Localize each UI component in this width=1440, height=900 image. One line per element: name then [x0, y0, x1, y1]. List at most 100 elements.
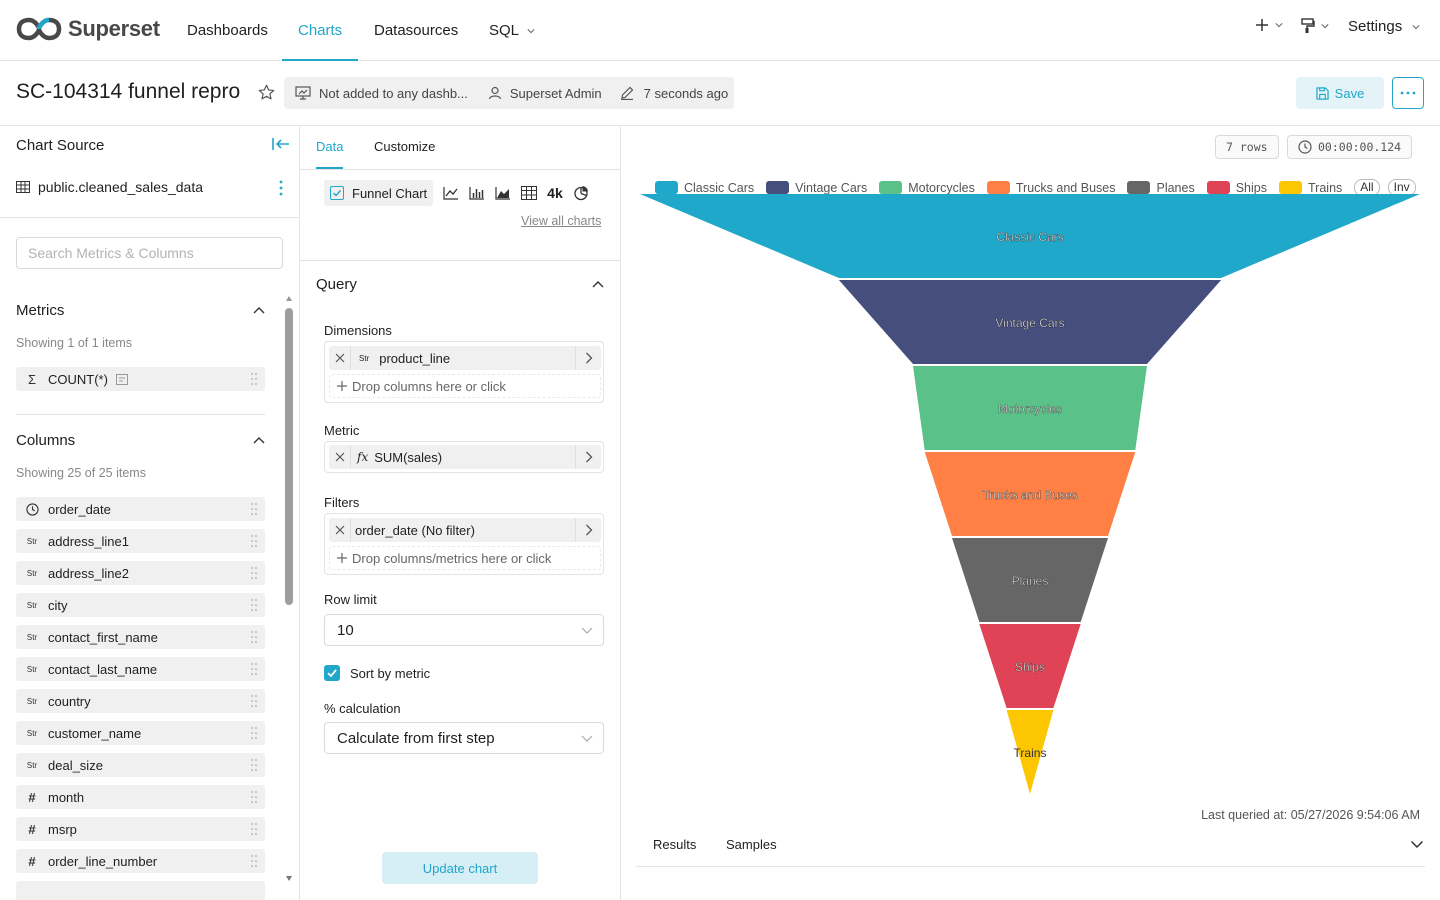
metric-edit-button[interactable] — [575, 445, 601, 469]
drag-handle-icon[interactable] — [251, 759, 257, 771]
drag-handle-icon[interactable] — [251, 855, 257, 867]
settings-menu[interactable]: Settings — [1348, 18, 1420, 35]
drag-handle-icon[interactable] — [251, 823, 257, 835]
drag-handle-icon[interactable] — [251, 631, 257, 643]
drag-handle-icon[interactable] — [251, 567, 257, 579]
nav-charts[interactable]: Charts — [282, 0, 359, 61]
column-item[interactable]: # order_line_number — [16, 849, 265, 873]
column-item[interactable]: # month — [16, 785, 265, 809]
metrics-heading[interactable]: Metrics — [16, 302, 64, 319]
remove-filter-button[interactable] — [329, 518, 351, 542]
column-item[interactable]: Str customer_name — [16, 721, 265, 745]
modified-time[interactable]: 7 seconds ago — [644, 86, 729, 101]
drag-handle-icon[interactable] — [251, 727, 257, 739]
column-item[interactable]: Str address_line1 — [16, 529, 265, 553]
big-number-icon[interactable]: 4k — [547, 185, 563, 201]
view-all-charts-link[interactable]: View all charts — [521, 214, 601, 228]
filters-drop-zone[interactable]: Drop columns/metrics here or click — [329, 546, 601, 570]
superset-logo-icon — [16, 17, 62, 41]
chevron-down-icon[interactable] — [1410, 837, 1424, 851]
clock-icon — [16, 502, 48, 516]
query-section-heading[interactable]: Query — [316, 276, 357, 293]
drag-handle-icon[interactable] — [251, 791, 257, 803]
string-type-icon: Str — [26, 632, 38, 642]
clock-icon — [1298, 140, 1312, 154]
search-metrics-input[interactable]: Search Metrics & Columns — [16, 237, 283, 269]
drag-handle-icon[interactable] — [251, 535, 257, 547]
remove-metric-button[interactable] — [329, 445, 351, 469]
metric-chip[interactable]: fx SUM(sales) — [329, 445, 601, 469]
close-icon — [335, 525, 344, 535]
column-item[interactable]: Str contact_last_name — [16, 657, 265, 681]
column-item[interactable]: Str deal_size — [16, 753, 265, 777]
column-name: order_line_number — [48, 853, 158, 869]
percent-calc-select[interactable]: Calculate from first step — [324, 722, 604, 754]
chart-title[interactable]: SC-104314 funnel repro — [16, 80, 240, 104]
theme-menu[interactable] — [1301, 18, 1329, 34]
bar-chart-icon[interactable] — [469, 186, 485, 200]
tab-results[interactable]: Results — [653, 837, 696, 852]
chevron-up-icon[interactable] — [252, 303, 266, 317]
owner-name[interactable]: Superset Admin — [510, 86, 602, 101]
metric-item[interactable]: Σ COUNT(*) — [16, 367, 265, 391]
drag-handle-icon[interactable] — [251, 503, 257, 515]
query-timer-text: 00:00:00.124 — [1318, 140, 1402, 154]
more-options-button[interactable] — [1392, 77, 1424, 109]
row-limit-select[interactable]: 10 — [324, 614, 604, 646]
save-button[interactable]: Save — [1296, 77, 1384, 109]
superset-logo[interactable]: Superset — [16, 16, 160, 42]
column-item[interactable]: order_date — [16, 497, 265, 521]
nav-datasources[interactable]: Datasources — [374, 0, 458, 61]
filter-chip[interactable]: order_date (No filter) — [329, 518, 601, 542]
drag-handle-icon[interactable] — [251, 373, 257, 385]
edit-icon — [620, 86, 634, 100]
drag-handle-icon[interactable] — [251, 695, 257, 707]
dimension-chip[interactable]: Str product_line — [329, 346, 601, 370]
column-name: address_line1 — [48, 533, 129, 549]
column-item[interactable]: Str address_line2 — [16, 561, 265, 585]
column-item[interactable] — [16, 881, 265, 900]
column-item[interactable]: Str country — [16, 689, 265, 713]
dimensions-drop-zone[interactable]: Drop columns here or click — [329, 374, 601, 398]
column-name: contact_first_name — [48, 629, 158, 645]
percent-calc-label: % calculation — [324, 701, 401, 716]
divider — [300, 169, 620, 170]
funnel-segment-label: Vintage Cars — [995, 316, 1064, 330]
column-item[interactable]: # msrp — [16, 817, 265, 841]
tab-samples[interactable]: Samples — [726, 837, 777, 852]
remove-dimension-button[interactable] — [329, 346, 351, 370]
filter-edit-button[interactable] — [575, 518, 601, 542]
tab-data[interactable]: Data — [316, 126, 344, 169]
dimension-edit-button[interactable] — [575, 346, 601, 370]
drag-handle-icon[interactable] — [251, 663, 257, 675]
left-panel-scrollbar[interactable] — [285, 296, 293, 896]
update-chart-button[interactable]: Update chart — [382, 852, 538, 884]
dashboards-status[interactable]: Not added to any dashb... — [319, 86, 468, 101]
funnel-segment-label: Trains — [1014, 746, 1047, 760]
area-chart-icon[interactable] — [495, 186, 511, 200]
line-chart-icon[interactable] — [443, 186, 459, 200]
drag-handle-icon[interactable] — [251, 599, 257, 611]
ellipsis-icon — [1400, 91, 1416, 95]
dataset-selector[interactable]: public.cleaned_sales_data — [16, 179, 203, 195]
dataset-menu-icon[interactable] — [279, 180, 283, 196]
pie-chart-icon[interactable] — [573, 185, 589, 201]
tab-customize[interactable]: Customize — [374, 126, 435, 169]
new-menu[interactable] — [1255, 18, 1283, 32]
column-item[interactable]: Str contact_first_name — [16, 625, 265, 649]
viz-funnel-selected[interactable]: Funnel Chart — [324, 180, 434, 206]
columns-heading[interactable]: Columns — [16, 432, 75, 449]
chevron-up-icon[interactable] — [252, 433, 266, 447]
plus-icon — [1256, 19, 1268, 31]
chevron-up-icon[interactable] — [591, 277, 605, 291]
nav-dashboards[interactable]: Dashboards — [187, 0, 268, 61]
save-label: Save — [1334, 85, 1365, 101]
column-item[interactable]: Str city — [16, 593, 265, 617]
table-chart-icon[interactable] — [521, 186, 538, 200]
metric-well: fx SUM(sales) — [324, 441, 604, 473]
nav-sql[interactable]: SQL — [489, 0, 535, 61]
string-type-icon: Str — [26, 536, 38, 546]
collapse-panel-icon[interactable] — [272, 137, 290, 151]
sort-by-metric-checkbox[interactable]: Sort by metric — [324, 665, 430, 681]
star-icon[interactable] — [258, 84, 275, 101]
